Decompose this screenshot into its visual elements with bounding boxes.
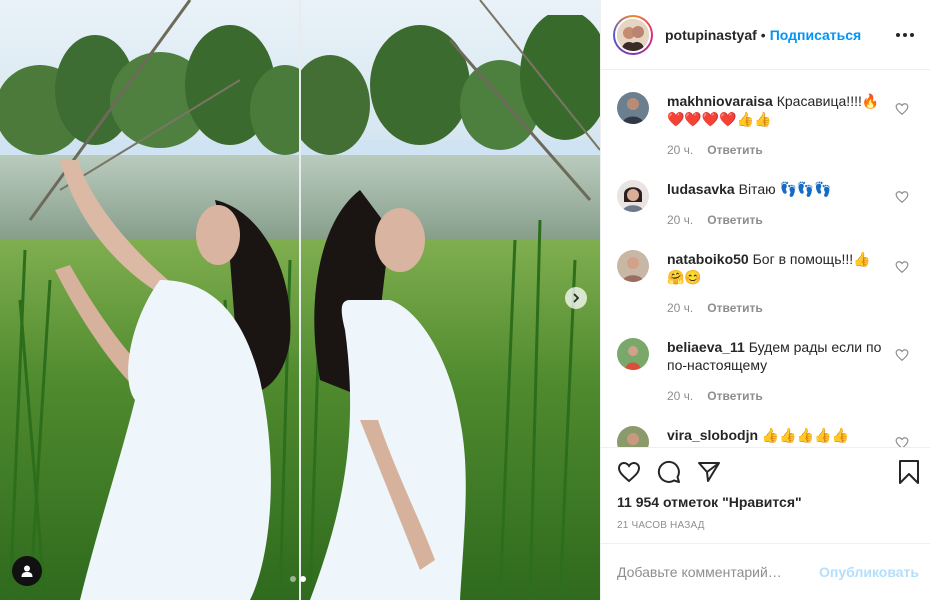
commenter-username[interactable]: ludasavka xyxy=(667,181,735,197)
add-comment-bar: Опубликовать xyxy=(601,543,930,600)
comment-time[interactable]: 20 ч. xyxy=(667,301,693,315)
publish-button[interactable]: Опубликовать xyxy=(819,564,919,580)
post-actions: 11 954 отметок "Нравится" 21 ЧАСОВ НАЗАД xyxy=(601,447,930,543)
comment-time[interactable]: 20 ч. xyxy=(667,389,693,403)
author-username[interactable]: potupinastyaf xyxy=(665,27,757,43)
comment-input[interactable] xyxy=(617,564,820,580)
commenter-avatar[interactable] xyxy=(617,250,649,282)
comment-icon xyxy=(657,460,680,483)
comment-text: 👍👍👍👍👍 xyxy=(761,427,850,443)
photo-right xyxy=(300,0,600,600)
user-icon xyxy=(21,565,33,577)
commenter-username[interactable]: nataboiko50 xyxy=(667,251,749,267)
comment-time[interactable]: 20 ч. xyxy=(667,213,693,227)
heart-icon[interactable] xyxy=(895,436,909,447)
paper-plane-icon xyxy=(698,462,720,482)
commenter-avatar[interactable] xyxy=(617,338,649,370)
comment-time[interactable]: 20 ч. xyxy=(667,143,693,157)
heart-icon[interactable] xyxy=(895,190,909,204)
comment-button[interactable] xyxy=(657,460,681,484)
like-button[interactable] xyxy=(617,460,641,484)
comment-text-line2: ❤️❤️❤️❤️👍👍 xyxy=(667,111,772,127)
commenter-username[interactable]: vira_slobodjn xyxy=(667,427,758,443)
reply-button[interactable]: Ответить xyxy=(707,301,762,315)
post-media[interactable] xyxy=(0,0,600,600)
photo-left xyxy=(0,0,300,600)
bookmark-icon xyxy=(899,460,919,484)
reply-button[interactable]: Ответить xyxy=(707,213,762,227)
comment-text: Вітаю 👣👣👣 xyxy=(738,181,832,197)
share-button[interactable] xyxy=(697,460,721,484)
comment-body: nataboiko50 Бог в помощь!!!👍 🤗😊 xyxy=(667,250,893,286)
tagged-users-button[interactable] xyxy=(12,556,42,586)
comment-body: makhniovaraisa Красавица!!!!🔥 ❤️❤️❤️❤️👍👍 xyxy=(667,92,893,128)
comment-meta: 20 ч. Ответить xyxy=(667,301,763,315)
commenter-username[interactable]: beliaeva_11 xyxy=(667,339,745,355)
comment-meta: 20 ч. Ответить xyxy=(667,389,763,403)
reply-button[interactable]: Ответить xyxy=(707,143,762,157)
comments-list[interactable]: makhniovaraisa Красавица!!!!🔥 ❤️❤️❤️❤️👍👍… xyxy=(601,71,930,447)
post-timestamp[interactable]: 21 ЧАСОВ НАЗАД xyxy=(617,520,705,531)
comment-body: ludasavka Вітаю 👣👣👣 xyxy=(667,180,893,198)
commenter-avatar[interactable] xyxy=(617,92,649,124)
reply-button[interactable]: Ответить xyxy=(707,389,762,403)
comment-body: vira_slobodjn 👍👍👍👍👍 xyxy=(667,426,893,444)
photo-divider xyxy=(299,0,301,600)
more-options-button[interactable] xyxy=(896,27,914,43)
comment-text: Будем рады если по xyxy=(748,339,882,355)
chevron-right-icon xyxy=(573,293,580,303)
comment-meta: 20 ч. Ответить xyxy=(667,143,763,157)
next-slide-button[interactable] xyxy=(565,287,587,309)
comment-text: Бог в помощь!!!👍 xyxy=(752,251,871,267)
carousel-dot xyxy=(290,576,296,582)
carousel-indicator xyxy=(290,576,306,582)
comment-text-line2: 🤗😊 xyxy=(667,269,702,285)
post-header: potupinastyaf • Подписаться xyxy=(601,0,930,70)
commenter-avatar[interactable] xyxy=(617,426,649,447)
likes-count[interactable]: 11 954 отметок "Нравится" xyxy=(617,494,802,510)
follow-button[interactable]: Подписаться xyxy=(770,27,862,43)
carousel-dot-active xyxy=(300,576,306,582)
heart-icon[interactable] xyxy=(895,348,909,362)
heart-icon[interactable] xyxy=(895,102,909,116)
post-side-panel: potupinastyaf • Подписаться makhniovarai… xyxy=(600,0,930,600)
commenter-username[interactable]: makhniovaraisa xyxy=(667,93,773,109)
author-avatar[interactable] xyxy=(613,14,653,55)
header-separator: • xyxy=(760,26,766,43)
save-button[interactable] xyxy=(897,460,921,484)
heart-icon[interactable] xyxy=(895,260,909,274)
comment-text-line2: по-настоящему xyxy=(667,357,768,373)
comment-text: Красавица!!!!🔥 xyxy=(776,93,880,109)
heart-icon xyxy=(617,461,641,483)
comment-meta: 20 ч. Ответить xyxy=(667,213,763,227)
comment-body: beliaeva_11 Будем рады если по по-настоя… xyxy=(667,338,893,374)
more-dots-icon xyxy=(896,32,900,37)
commenter-avatar[interactable] xyxy=(617,180,649,212)
